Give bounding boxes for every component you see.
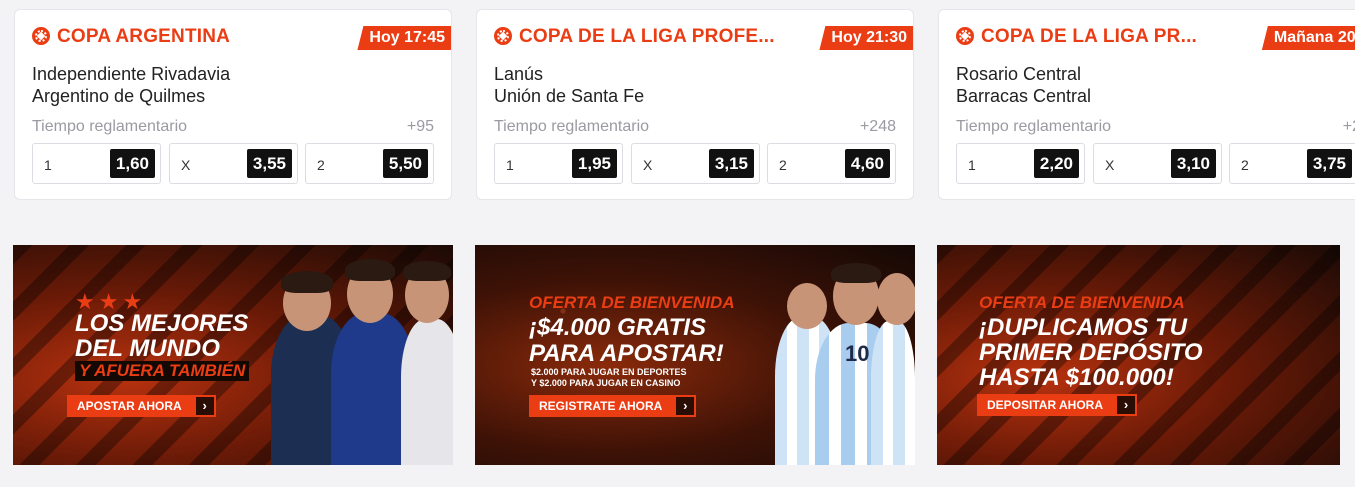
banner-title-line: ¡DUPLICAMOS TU	[979, 314, 1187, 341]
banner-fine-print: Y $2.000 PARA JUGAR EN CASINO	[531, 378, 681, 388]
player-figure	[871, 321, 915, 465]
apostar-ahora-button[interactable]: APOSTAR AHORA ›	[67, 395, 216, 417]
person-hair	[403, 261, 451, 281]
player-head	[877, 273, 915, 325]
league-name[interactable]: COPA DE LA LIGA PROFE...	[519, 26, 775, 48]
odd-button-home[interactable]: 1 2,20	[956, 143, 1085, 184]
player-hair	[831, 263, 881, 283]
banner-title-line: PRIMER DEPÓSITO	[979, 339, 1203, 366]
more-markets-link[interactable]: +248	[860, 118, 896, 136]
home-team[interactable]: Rosario Central	[956, 64, 1081, 85]
depositar-ahora-button[interactable]: DEPOSITAR AHORA ›	[977, 394, 1138, 416]
away-team[interactable]: Barracas Central	[956, 86, 1091, 107]
odd-value: 5,50	[382, 149, 428, 178]
offer-label: OFERTA DE BIENVENIDA	[979, 293, 1185, 312]
match-card-header: COPA DE LA LIGA PROFE... Hoy 21:30	[494, 26, 913, 50]
odds-row: 1 2,20 X 3,10 2 3,75	[956, 143, 1355, 184]
match-card[interactable]: COPA ARGENTINA Hoy 17:45 Independiente R…	[14, 9, 452, 200]
chevron-right-icon: ›	[676, 397, 695, 415]
odd-value: 1,60	[109, 149, 155, 178]
odd-button-away[interactable]: 2 5,50	[305, 143, 434, 184]
match-card-header: COPA DE LA LIGA PR... Mañana 20:	[956, 26, 1355, 50]
match-card[interactable]: COPA DE LA LIGA PR... Mañana 20: Rosario…	[938, 9, 1355, 200]
banner-title-line: LOS MEJORES	[75, 310, 249, 337]
odd-button-home[interactable]: 1 1,95	[494, 143, 623, 184]
match-time-badge: Hoy 17:45	[357, 26, 451, 50]
odd-label: 1	[44, 157, 52, 173]
chevron-right-icon: ›	[1117, 396, 1136, 414]
person-hair	[345, 259, 395, 281]
odd-button-away[interactable]: 2 3,75	[1229, 143, 1355, 184]
banner-title-line: ¡$4.000 GRATIS	[529, 314, 706, 341]
cta-label: DEPOSITAR AHORA	[987, 398, 1104, 412]
jersey-number: 10	[845, 341, 870, 366]
odd-label: X	[643, 157, 653, 173]
market-label: Tiempo reglamentario	[956, 118, 1112, 135]
odd-value: 1,95	[571, 149, 617, 178]
soccer-ball-icon	[956, 27, 974, 45]
more-markets-link[interactable]: +2	[1343, 118, 1355, 136]
more-markets-link[interactable]: +95	[407, 118, 434, 136]
home-team[interactable]: Independiente Rivadavia	[32, 64, 230, 85]
odd-value: 3,75	[1306, 149, 1352, 178]
odds-row: 1 1,95 X 3,15 2 4,60	[494, 143, 898, 184]
chevron-right-icon: ›	[195, 397, 214, 415]
odd-label: X	[181, 157, 191, 173]
player-head	[787, 283, 827, 329]
match-card-header: COPA ARGENTINA Hoy 17:45	[32, 26, 451, 50]
odd-value: 3,15	[708, 149, 754, 178]
cta-label: APOSTAR AHORA	[77, 399, 182, 413]
away-team[interactable]: Argentino de Quilmes	[32, 86, 205, 107]
odd-label: 1	[506, 157, 514, 173]
market-label: Tiempo reglamentario	[32, 118, 188, 135]
odd-button-home[interactable]: 1 1,60	[32, 143, 161, 184]
league-name[interactable]: COPA ARGENTINA	[57, 26, 230, 48]
odd-label: 2	[1241, 157, 1249, 173]
offer-label: OFERTA DE BIENVENIDA	[529, 293, 735, 312]
odds-row: 1 1,60 X 3,55 2 5,50	[32, 143, 436, 184]
league-name[interactable]: COPA DE LA LIGA PR...	[981, 26, 1197, 48]
banner-title-line: PARA APOSTAR!	[529, 340, 724, 367]
promo-banner[interactable]: OFERTA DE BIENVENIDA ¡DUPLICAMOS TU PRIM…	[937, 245, 1340, 465]
banner-title-line: DEL MUNDO	[75, 335, 220, 362]
odd-label: X	[1105, 157, 1115, 173]
odd-value: 2,20	[1033, 149, 1079, 178]
market-label: Tiempo reglamentario	[494, 118, 650, 135]
cta-label: REGISTRATE AHORA	[539, 399, 663, 413]
registrate-ahora-button[interactable]: REGISTRATE AHORA ›	[529, 395, 697, 417]
soccer-ball-icon	[494, 27, 512, 45]
odd-button-draw[interactable]: X 3,55	[169, 143, 298, 184]
odd-value: 4,60	[844, 149, 890, 178]
banner-fine-print: $2.000 PARA JUGAR EN DEPORTES	[531, 367, 687, 377]
odd-label: 1	[968, 157, 976, 173]
odd-button-away[interactable]: 2 4,60	[767, 143, 896, 184]
promo-banner[interactable]: ★★★ LOS MEJORES DEL MUNDO Y AFUERA TAMBI…	[13, 245, 453, 465]
home-team[interactable]: Lanús	[494, 64, 543, 85]
person-hair	[281, 271, 333, 293]
odd-button-draw[interactable]: X 3,10	[1093, 143, 1222, 184]
odd-value: 3,10	[1170, 149, 1216, 178]
away-team[interactable]: Unión de Santa Fe	[494, 86, 644, 107]
match-card[interactable]: COPA DE LA LIGA PROFE... Hoy 21:30 Lanús…	[476, 9, 914, 200]
match-time-badge: Hoy 21:30	[819, 26, 913, 50]
soccer-ball-icon	[32, 27, 50, 45]
odd-label: 2	[779, 157, 787, 173]
odd-button-draw[interactable]: X 3,15	[631, 143, 760, 184]
odd-label: 2	[317, 157, 325, 173]
banner-subtitle: Y AFUERA TAMBIÉN	[75, 361, 250, 381]
banner-title-line: HASTA $100.000!	[979, 364, 1174, 391]
promo-banner[interactable]: 10 OFERTA DE BIENVENIDA ¡$4.000 GRATIS P…	[475, 245, 915, 465]
person-figure	[401, 319, 453, 465]
match-time-badge: Mañana 20:	[1261, 26, 1355, 50]
odd-value: 3,55	[246, 149, 292, 178]
